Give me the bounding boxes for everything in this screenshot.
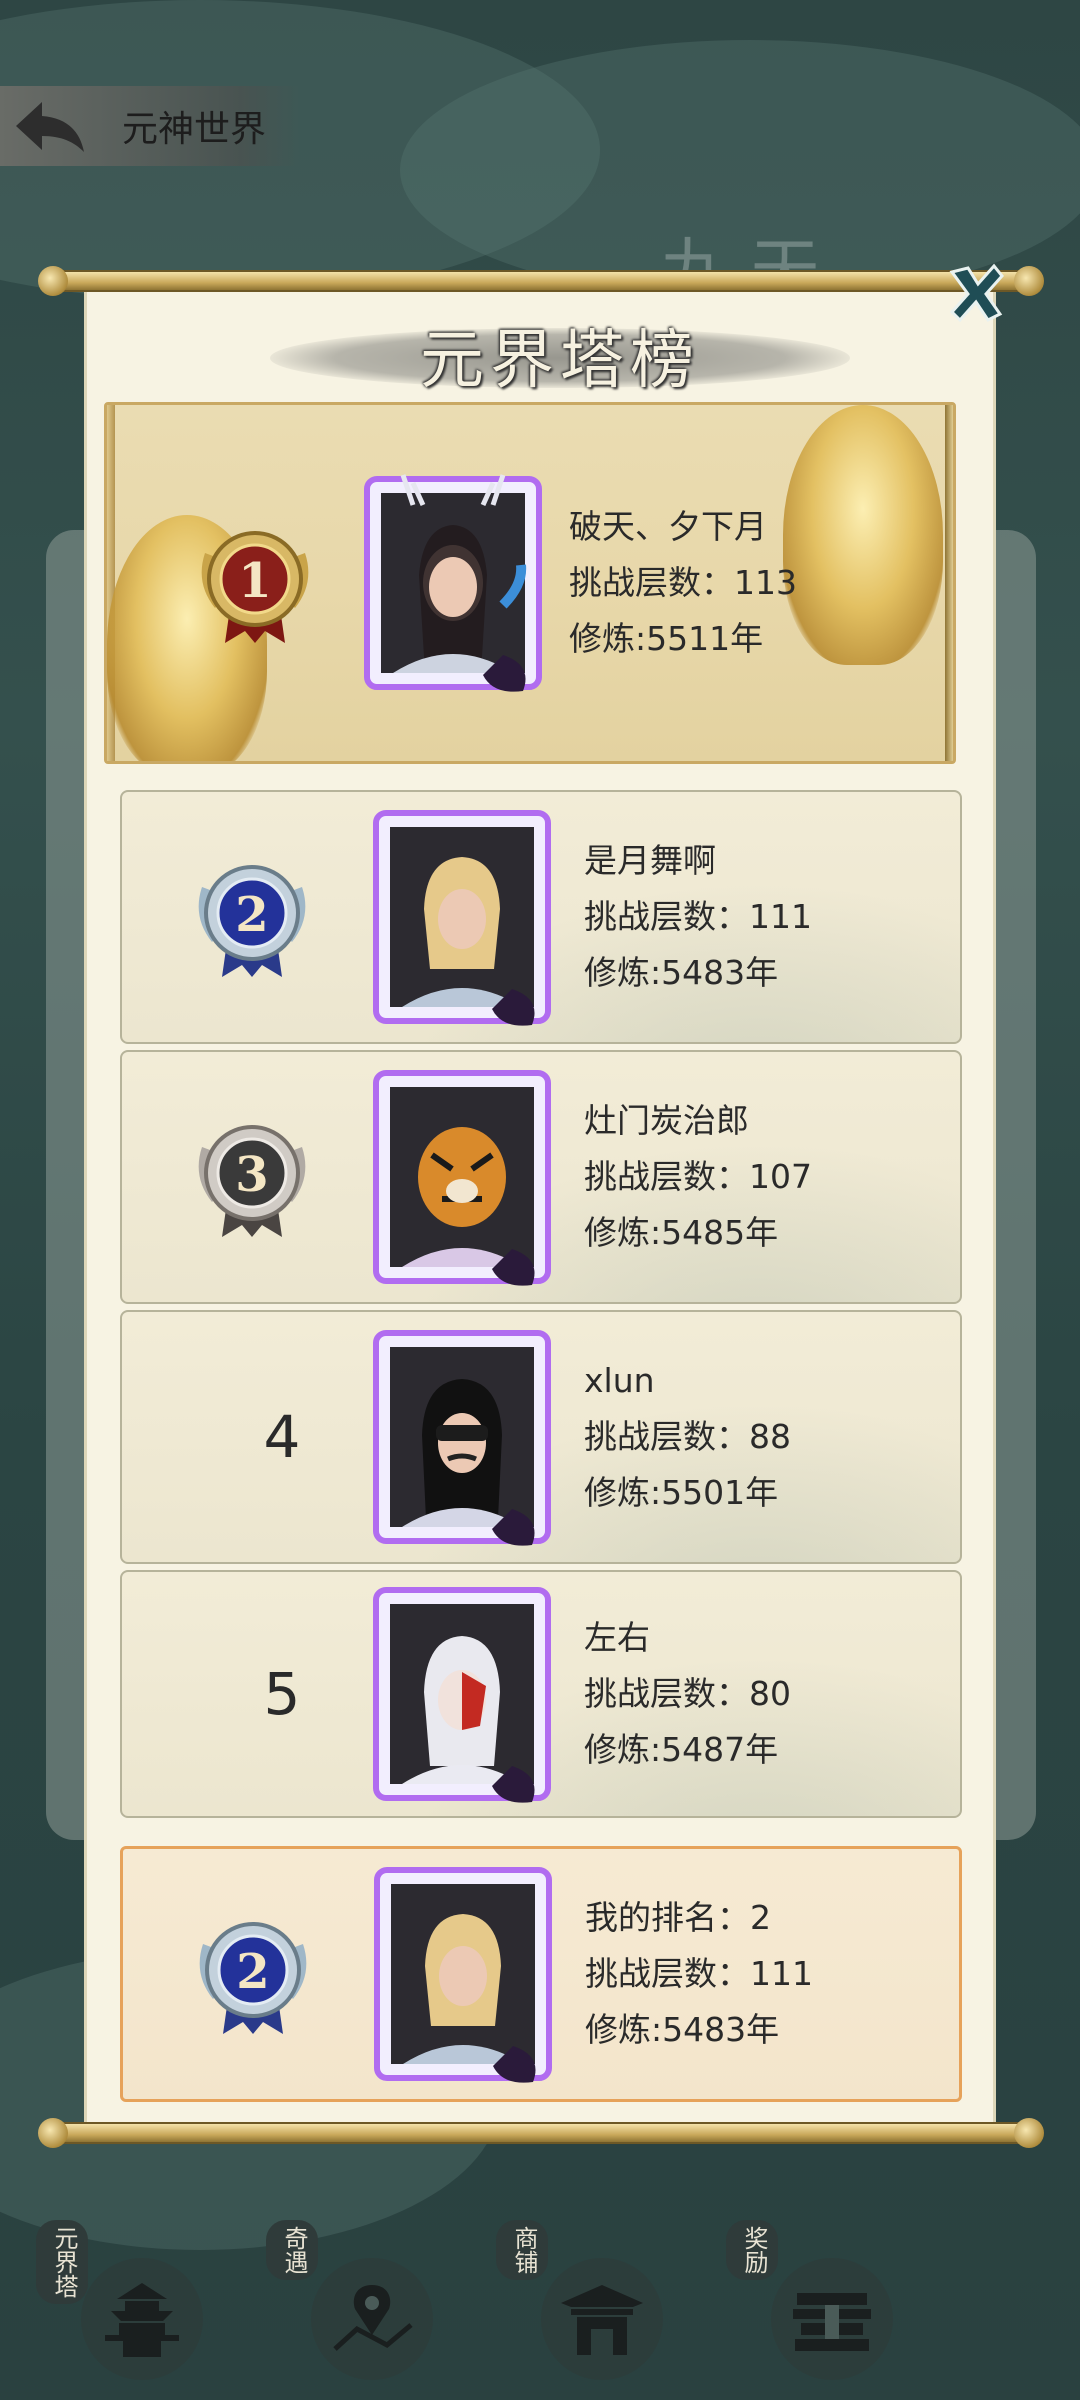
svg-text:1: 1 (238, 553, 271, 609)
player-floors: 挑战层数：107 (584, 1157, 812, 1196)
player-avatar (373, 1587, 551, 1803)
player-info: 左右 挑战层数：80 修炼:5487年 (584, 1618, 791, 1770)
bottom-nav: 元界塔 奇遇 商铺 奖励 (0, 2190, 1080, 2400)
nav-label: 元界塔 (36, 2220, 88, 2304)
shop-icon (561, 2285, 643, 2355)
player-name: xlun (584, 1361, 655, 1400)
leaderboard-row-2: 2 是月舞啊 挑战层数：111 修炼:5483年 (120, 790, 962, 1044)
panel-title: 元界塔榜 (270, 310, 850, 400)
rank-number: 4 (263, 1403, 301, 1471)
my-floors: 挑战层数：111 (585, 1954, 813, 1993)
nav-shop[interactable]: 商铺 (486, 2220, 676, 2380)
my-cultivation: 修炼:5483年 (585, 2010, 780, 2049)
reward-chest-icon (793, 2293, 871, 2351)
player-info: 破天、夕下月 挑战层数：113 修炼:5511年 (569, 507, 797, 659)
nav-label: 奖励 (726, 2220, 778, 2280)
player-name: 破天、夕下月 (569, 507, 767, 546)
nav-label: 商铺 (496, 2220, 548, 2280)
scroll-rod-bottom (38, 2118, 1044, 2148)
player-avatar (373, 1330, 551, 1546)
player-cultivation: 修炼:5501年 (584, 1473, 779, 1512)
rank-2-medal-icon: 2 (198, 865, 306, 977)
player-cultivation: 修炼:5487年 (584, 1730, 779, 1769)
player-cultivation: 修炼:5511年 (569, 619, 764, 658)
player-avatar (364, 474, 542, 692)
close-button[interactable] (940, 258, 1012, 330)
nav-tower[interactable]: 元界塔 (26, 2220, 216, 2380)
back-arrow-icon (16, 102, 84, 152)
player-floors: 挑战层数：80 (584, 1674, 791, 1713)
player-name: 是月舞啊 (584, 841, 716, 880)
player-floors: 挑战层数：113 (569, 563, 797, 602)
player-floors: 挑战层数：88 (584, 1417, 791, 1456)
panel-title-text: 元界塔榜 (420, 324, 700, 398)
world-title: 元神世界 (122, 109, 267, 150)
my-avatar (374, 1867, 552, 2083)
rank-2-medal-icon: 2 (199, 1922, 307, 2034)
player-avatar (373, 810, 551, 1026)
nav-rewards[interactable]: 奖励 (716, 2220, 906, 2380)
leaderboard-row-4: 4 xlun 挑战层数：88 修炼:5501年 (120, 1310, 962, 1564)
player-info: xlun 挑战层数：88 修炼:5501年 (584, 1361, 791, 1513)
my-rank-row: 2 我的排名：2 挑战层数：111 修炼:5483年 (120, 1846, 962, 2102)
top-bar: 元神世界 (0, 86, 300, 166)
player-name: 灶门炭治郎 (584, 1101, 749, 1140)
nav-adventure[interactable]: 奇遇 (256, 2220, 446, 2380)
leaderboard-row-1: 1 破天、夕下月 挑战层数：113 修炼:5511年 (104, 402, 956, 764)
leaderboard-row-3: 3 灶门炭治郎 挑战层数：107 修炼:5485年 (120, 1050, 962, 1304)
close-icon (949, 263, 1004, 323)
rank-3-medal-icon: 3 (198, 1125, 306, 1237)
my-rank-label: 我的排名：2 (585, 1898, 771, 1937)
svg-text:2: 2 (236, 1944, 269, 2000)
rank-1-medal-icon: 1 (201, 531, 309, 643)
player-info: 是月舞啊 挑战层数：111 修炼:5483年 (584, 841, 812, 993)
tower-icon (105, 2283, 179, 2357)
rank-number: 5 (263, 1660, 301, 1728)
map-pin-icon (333, 2285, 413, 2351)
player-name: 左右 (584, 1618, 650, 1657)
player-cultivation: 修炼:5483年 (584, 953, 779, 992)
leaderboard-row-5: 5 左右 挑战层数：80 修炼:5487年 (120, 1570, 962, 1818)
svg-text:3: 3 (235, 1147, 268, 1203)
svg-text:2: 2 (235, 887, 268, 943)
scroll-rod-top (38, 266, 1044, 296)
player-avatar (373, 1070, 551, 1286)
back-button[interactable] (0, 86, 100, 166)
phoenix-decoration (783, 405, 943, 665)
my-info: 我的排名：2 挑战层数：111 修炼:5483年 (585, 1898, 813, 2050)
player-info: 灶门炭治郎 挑战层数：107 修炼:5485年 (584, 1101, 812, 1253)
player-cultivation: 修炼:5485年 (584, 1213, 779, 1252)
player-floors: 挑战层数：111 (584, 897, 812, 936)
nav-label: 奇遇 (266, 2220, 318, 2280)
